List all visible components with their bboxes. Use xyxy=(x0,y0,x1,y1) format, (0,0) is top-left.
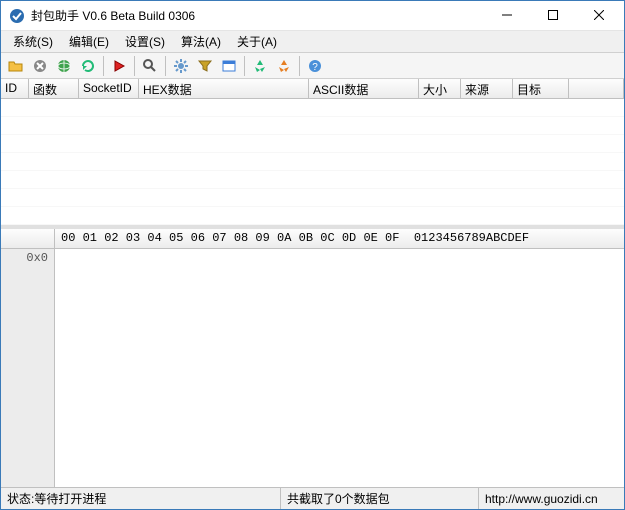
menu-about[interactable]: 关于(A) xyxy=(229,31,285,52)
svg-text:?: ? xyxy=(312,62,318,73)
titlebar[interactable]: 封包助手 V0.6 Beta Build 0306 xyxy=(1,1,624,31)
col-hexdata[interactable]: HEX数据 xyxy=(139,79,309,98)
col-source[interactable]: 来源 xyxy=(461,79,513,98)
gear-icon[interactable] xyxy=(170,55,192,77)
play-icon[interactable] xyxy=(108,55,130,77)
window-icon[interactable] xyxy=(218,55,240,77)
refresh-icon[interactable] xyxy=(77,55,99,77)
col-func[interactable]: 函数 xyxy=(29,79,79,98)
app-window: 封包助手 V0.6 Beta Build 0306 系统(S) 编辑(E) 设置… xyxy=(0,0,625,510)
hex-content[interactable] xyxy=(55,249,624,487)
app-icon xyxy=(9,8,25,24)
col-asciidata[interactable]: ASCII数据 xyxy=(309,79,419,98)
minimize-button[interactable] xyxy=(484,1,530,29)
menu-algorithm[interactable]: 算法(A) xyxy=(173,31,229,52)
col-target[interactable]: 目标 xyxy=(513,79,569,98)
hex-viewer: 00 01 02 03 04 05 06 07 08 09 0A 0B 0C 0… xyxy=(1,229,624,487)
menu-system[interactable]: 系统(S) xyxy=(5,31,61,52)
packet-grid[interactable]: ID 函数 SocketID HEX数据 ASCII数据 大小 来源 目标 xyxy=(1,79,624,229)
grid-header: ID 函数 SocketID HEX数据 ASCII数据 大小 来源 目标 xyxy=(1,79,624,99)
hex-header: 00 01 02 03 04 05 06 07 08 09 0A 0B 0C 0… xyxy=(1,229,624,249)
col-socketid[interactable]: SocketID xyxy=(79,79,139,98)
window-controls xyxy=(484,1,622,30)
window-title: 封包助手 V0.6 Beta Build 0306 xyxy=(31,7,484,24)
statusbar: 状态:等待打开进程 共截取了0个数据包 http://www.guozidi.c… xyxy=(1,487,624,509)
recycle-green-icon[interactable] xyxy=(249,55,271,77)
menu-settings[interactable]: 设置(S) xyxy=(117,31,173,52)
toolbar: ? xyxy=(1,53,624,79)
toolbar-separator xyxy=(165,56,166,76)
content-area: ID 函数 SocketID HEX数据 ASCII数据 大小 来源 目标 00… xyxy=(1,79,624,487)
hex-ruler: 00 01 02 03 04 05 06 07 08 09 0A 0B 0C 0… xyxy=(55,229,624,248)
close-button[interactable] xyxy=(576,1,622,29)
menubar: 系统(S) 编辑(E) 设置(S) 算法(A) 关于(A) xyxy=(1,31,624,53)
col-id[interactable]: ID xyxy=(1,79,29,98)
toolbar-separator xyxy=(244,56,245,76)
toolbar-separator xyxy=(103,56,104,76)
hex-body[interactable]: 0x0 xyxy=(1,249,624,487)
status-url[interactable]: http://www.guozidi.cn xyxy=(479,488,624,509)
grid-body[interactable] xyxy=(1,99,624,229)
col-blank[interactable] xyxy=(569,79,624,98)
globe-icon[interactable] xyxy=(53,55,75,77)
status-count: 共截取了0个数据包 xyxy=(281,488,479,509)
hex-offset-value: 0x0 xyxy=(7,251,48,265)
help-icon[interactable]: ? xyxy=(304,55,326,77)
col-size[interactable]: 大小 xyxy=(419,79,461,98)
maximize-button[interactable] xyxy=(530,1,576,29)
open-folder-icon[interactable] xyxy=(5,55,27,77)
search-icon[interactable] xyxy=(139,55,161,77)
hex-offset-column: 0x0 xyxy=(1,249,55,487)
stop-icon[interactable] xyxy=(29,55,51,77)
hex-offset-header xyxy=(1,229,55,248)
recycle-orange-icon[interactable] xyxy=(273,55,295,77)
menu-edit[interactable]: 编辑(E) xyxy=(61,31,117,52)
toolbar-separator xyxy=(299,56,300,76)
toolbar-separator xyxy=(134,56,135,76)
filter-icon[interactable] xyxy=(194,55,216,77)
status-state: 状态:等待打开进程 xyxy=(1,488,281,509)
